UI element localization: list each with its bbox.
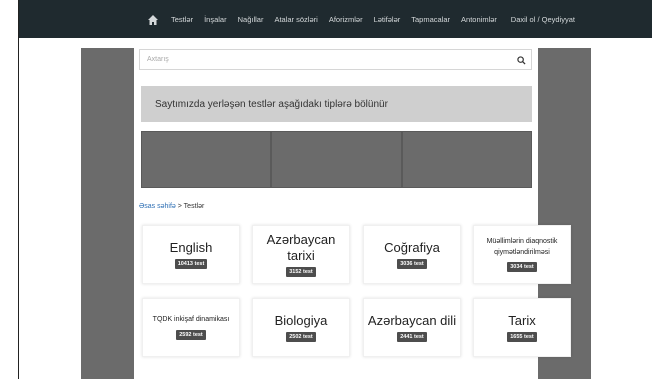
breadcrumb-current: Testlər <box>183 203 205 210</box>
category-title: Biologiya <box>274 312 328 328</box>
category-title: Müəllimlərin diaqnostik qiymətləndirilmə… <box>486 237 558 256</box>
test-count-badge: 3036 test <box>397 259 427 270</box>
category-title: TQDK inkişaf dinamikası <box>152 316 230 324</box>
info-banner: Saytımızda yerləşən testlər aşağıdakı ti… <box>141 86 532 122</box>
category-title: Coğrafiya <box>384 239 440 255</box>
banner-text: Saytımızda yerləşən testlər aşağıdakı ti… <box>155 98 388 110</box>
nav-item-antonyms[interactable]: Antonimlər <box>461 15 497 24</box>
breadcrumb-separator: > <box>177 203 182 210</box>
browser-frame: Testlər İnşalar Nağıllar Atalar sözləri … <box>18 0 652 379</box>
main-content: Saytımızda yerləşən testlər aşağıdakı ti… <box>134 48 571 379</box>
nav-item-aphorisms[interactable]: Aforizmlər <box>329 15 363 24</box>
test-count-badge: 2592 test <box>176 329 206 340</box>
ad-tile[interactable] <box>401 131 533 188</box>
category-title: Azərbaycan tarixi <box>266 231 336 263</box>
nav-item-anecdotes[interactable]: Lətifələr <box>374 15 401 24</box>
test-count-badge: 1655 test <box>507 332 537 343</box>
breadcrumb: Əsas səhifə > Testlər <box>139 203 204 210</box>
category-title: English <box>169 239 213 255</box>
breadcrumb-home-link[interactable]: Əsas səhifə <box>139 203 176 210</box>
search-icon[interactable] <box>514 53 528 67</box>
category-card-azerbaijani-language[interactable]: Azərbaycan dili 2441 test <box>363 298 461 357</box>
top-navigation: Testlər İnşalar Nağıllar Atalar sözləri … <box>19 0 652 38</box>
search-bar <box>139 49 532 70</box>
test-count-badge: 2441 test <box>397 332 427 343</box>
ad-tiles <box>141 131 533 188</box>
category-card-english[interactable]: English 10413 test <box>142 225 240 284</box>
nav-item-essays[interactable]: İnşalar <box>204 15 227 24</box>
page-background: Saytımızda yerləşən testlər aşağıdakı ti… <box>81 48 591 379</box>
category-title: Azərbaycan dili <box>367 312 457 328</box>
category-card-geography[interactable]: Coğrafiya 3036 test <box>363 225 461 284</box>
test-count-badge: 10413 test <box>174 259 208 270</box>
test-count-badge: 3152 test <box>286 267 316 278</box>
nav-item-riddles[interactable]: Tapmacalar <box>411 15 450 24</box>
test-count-badge: 3034 test <box>507 262 537 273</box>
ad-tile[interactable] <box>271 131 402 188</box>
nav-item-proverbs[interactable]: Atalar sözləri <box>274 15 317 24</box>
home-icon[interactable] <box>147 13 159 25</box>
nav-item-tales[interactable]: Nağıllar <box>238 15 264 24</box>
category-card-teacher-diagnostics[interactable]: Müəllimlərin diaqnostik qiymətləndirilmə… <box>473 225 571 284</box>
category-card-tqdk-dynamics[interactable]: TQDK inkişaf dinamikası 2592 test <box>142 298 240 357</box>
test-count-badge: 2502 test <box>286 332 316 343</box>
nav-menu: Testlər İnşalar Nağıllar Atalar sözləri … <box>171 0 508 38</box>
ad-tile[interactable] <box>141 131 272 188</box>
category-card-history[interactable]: Tarix 1655 test <box>473 298 571 357</box>
category-title: Tarix <box>508 312 536 328</box>
category-card-azerbaijan-history[interactable]: Azərbaycan tarixi 3152 test <box>252 225 350 284</box>
search-input[interactable] <box>140 50 510 69</box>
login-link[interactable]: Daxil ol / Qeydiyyat <box>511 0 575 38</box>
category-card-biology[interactable]: Biologiya 2502 test <box>252 298 350 357</box>
nav-item-tests[interactable]: Testlər <box>171 15 193 24</box>
